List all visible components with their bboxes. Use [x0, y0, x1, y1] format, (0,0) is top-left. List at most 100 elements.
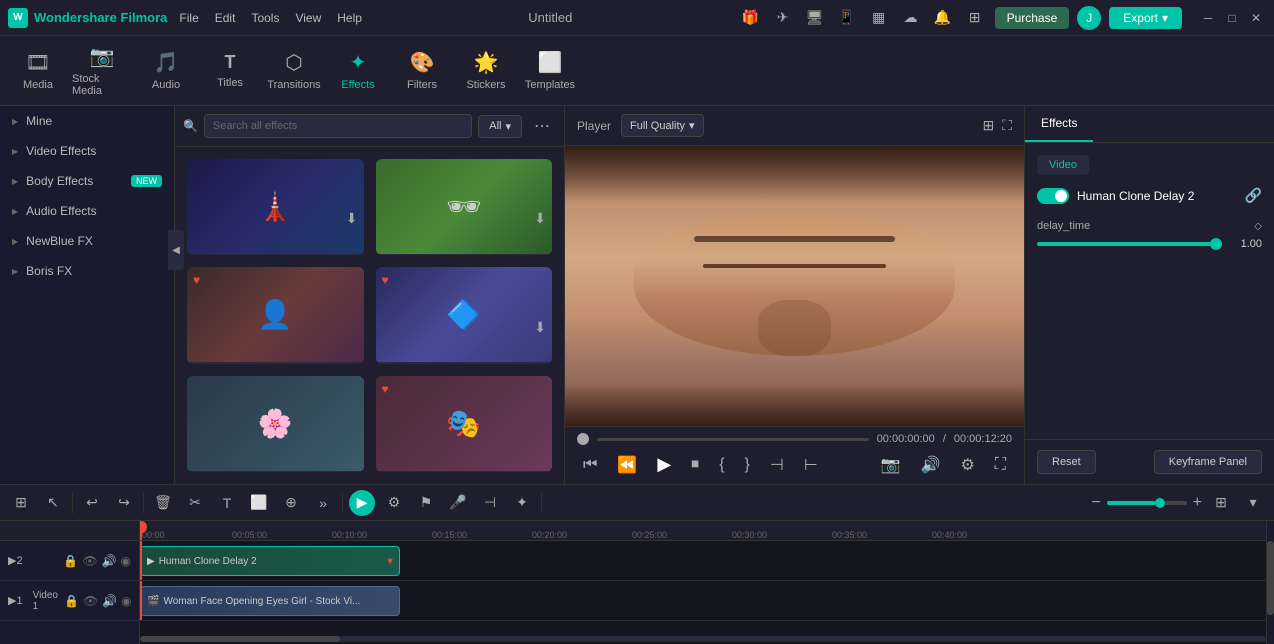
effect-clip-human-clone[interactable]: ▶ Human Clone Delay 2 ♥: [140, 546, 400, 576]
menu-edit[interactable]: Edit: [215, 11, 236, 25]
apps-icon[interactable]: ⊞: [963, 6, 987, 30]
effect-card-partial1[interactable]: 🌸: [187, 376, 364, 472]
track-2-audio-icon[interactable]: 🔊: [102, 554, 117, 568]
quality-select[interactable]: Full Quality ▾: [621, 114, 704, 137]
scrollbar-thumb[interactable]: [140, 636, 340, 642]
purchase-button[interactable]: Purchase: [995, 7, 1070, 29]
minimize-button[interactable]: ─: [1198, 8, 1218, 28]
user-avatar[interactable]: J: [1077, 6, 1101, 30]
toolbar-templates[interactable]: ⬜ Templates: [520, 41, 580, 101]
slider-thumb[interactable]: [1210, 238, 1222, 250]
track-1-visible-icon[interactable]: ◉: [121, 594, 131, 608]
gear-tool-button[interactable]: ⚙: [381, 490, 407, 516]
redo-button[interactable]: ↪: [111, 490, 137, 516]
out-point-button[interactable]: }: [739, 453, 756, 477]
maximize-button[interactable]: □: [1222, 8, 1242, 28]
track-1-audio-icon[interactable]: 🔊: [102, 594, 117, 608]
fullscreen-ctrl-button[interactable]: ⛶: [989, 453, 1012, 477]
effect-toggle[interactable]: [1037, 188, 1069, 204]
zoom-out-button[interactable]: −: [1091, 494, 1100, 512]
toolbar-stickers[interactable]: 🌟 Stickers: [456, 41, 516, 101]
toolbar-effects[interactable]: ✦ Effects: [328, 41, 388, 101]
layout-button[interactable]: ⊞: [1208, 490, 1234, 516]
rect-button[interactable]: ⬜: [246, 490, 272, 516]
step-back-button[interactable]: ⏪: [611, 452, 643, 478]
mic-button[interactable]: 🎤: [445, 490, 471, 516]
toolbar-titles[interactable]: T Titles: [200, 41, 260, 101]
delete-button[interactable]: 🗑: [150, 490, 176, 516]
download-icon-3[interactable]: ⬇: [534, 319, 546, 336]
bell-icon[interactable]: 🔔: [931, 6, 955, 30]
zoom-track[interactable]: [1107, 501, 1187, 505]
keyframe-panel-button[interactable]: Keyframe Panel: [1154, 450, 1262, 474]
in-point-button[interactable]: {: [713, 453, 730, 477]
track-1-eye-icon[interactable]: 👁: [83, 594, 98, 608]
stop-button[interactable]: ⏹: [685, 453, 705, 477]
zoom-thumb[interactable]: [1155, 498, 1165, 508]
horizontal-scrollbar[interactable]: [140, 636, 1266, 642]
export-frame-button[interactable]: 📷: [875, 452, 907, 478]
panel-item-boris-fx[interactable]: ▶ Boris FX: [0, 256, 174, 286]
text-button[interactable]: T: [214, 490, 240, 516]
more-tools-button[interactable]: »: [310, 490, 336, 516]
crop-button[interactable]: ⊕: [278, 490, 304, 516]
track-1-lock-icon[interactable]: 🔒: [64, 594, 79, 608]
cut-button[interactable]: ✂: [182, 490, 208, 516]
play-button[interactable]: ▶: [651, 451, 677, 478]
right-sub-tab-video[interactable]: Video: [1037, 155, 1089, 175]
zoom-in-button[interactable]: +: [1193, 494, 1202, 512]
effect-card-partial2[interactable]: 🎭 ♥: [376, 376, 553, 472]
filter-all-button[interactable]: All ▾: [478, 115, 522, 138]
panel-item-mine[interactable]: ▶ Mine: [0, 106, 174, 136]
toolbar-audio[interactable]: 🎵 Audio: [136, 41, 196, 101]
panel-item-body-effects[interactable]: ▶ Body Effects NEW: [0, 166, 174, 196]
video-clip-face[interactable]: 🎬 Woman Face Opening Eyes Girl - Stock V…: [140, 586, 400, 616]
mobile-icon[interactable]: 📱: [835, 6, 859, 30]
toolbar-filters[interactable]: 🎨 Filters: [392, 41, 452, 101]
volume-button[interactable]: 🔊: [915, 452, 947, 478]
play-cursor-button[interactable]: ▶: [349, 490, 375, 516]
panel-item-newblue-fx[interactable]: ▶ NewBlue FX: [0, 226, 174, 256]
right-tab-effects[interactable]: Effects: [1025, 106, 1093, 142]
menu-tools[interactable]: Tools: [251, 11, 279, 25]
grid-view-icon[interactable]: ⊞: [982, 117, 994, 134]
select-tool[interactable]: ↖: [40, 490, 66, 516]
split-button[interactable]: ⊣: [477, 490, 503, 516]
menu-file[interactable]: File: [179, 11, 198, 25]
export-button[interactable]: Export ▾: [1109, 7, 1182, 29]
timeline-track[interactable]: [597, 438, 869, 441]
flag-button[interactable]: ⚑: [413, 490, 439, 516]
fullscreen-icon[interactable]: ⛶: [1002, 117, 1012, 134]
add-track-button[interactable]: ⊞: [8, 490, 34, 516]
effect-card-human-clone[interactable]: 👤 ♥ Human Clone Delay 2: [187, 267, 364, 363]
grid-icon[interactable]: ▦: [867, 6, 891, 30]
settings-button[interactable]: ⚙: [954, 452, 980, 478]
track-2-eye-icon[interactable]: 👁: [82, 554, 97, 568]
effect-card-shape-mask[interactable]: 🔷 ♥ ⬇ Shape Mask Effect 06: [376, 267, 553, 363]
panel-collapse-button[interactable]: ◀: [168, 230, 175, 270]
mark-in-button[interactable]: ⊣: [764, 452, 790, 478]
cloud-icon[interactable]: ☁: [899, 6, 923, 30]
track-2-visible-icon[interactable]: ◉: [121, 554, 131, 568]
effect-card-sunglasses[interactable]: 🕶 ⬇ Sunglasses: [376, 159, 553, 255]
track-2-lock-icon[interactable]: 🔒: [63, 554, 78, 568]
panel-item-video-effects[interactable]: ▶ Video Effects: [0, 136, 174, 166]
more-options-button[interactable]: ⋯: [528, 114, 556, 138]
toolbar-media[interactable]: 🎞 Media: [8, 41, 68, 101]
download-icon[interactable]: ⬇: [346, 210, 358, 227]
prev-frame-button[interactable]: ⏮: [577, 453, 603, 477]
delay-time-slider[interactable]: [1037, 242, 1222, 246]
v-scrollbar-thumb[interactable]: [1267, 541, 1274, 615]
panel-item-audio-effects[interactable]: ▶ Audio Effects: [0, 196, 174, 226]
download-icon-2[interactable]: ⬇: [534, 210, 546, 227]
reset-button[interactable]: Reset: [1037, 450, 1096, 474]
mark-out-button[interactable]: ⊢: [798, 452, 824, 478]
link-icon[interactable]: 🔗: [1245, 187, 1262, 204]
toolbar-stock-media[interactable]: 📷 Stock Media: [72, 41, 132, 101]
menu-view[interactable]: View: [295, 11, 321, 25]
close-button[interactable]: ✕: [1246, 8, 1266, 28]
share-icon[interactable]: ✈: [771, 6, 795, 30]
playhead-button[interactable]: [577, 433, 589, 445]
undo-button[interactable]: ↩: [79, 490, 105, 516]
layout-options-button[interactable]: ▾: [1240, 490, 1266, 516]
